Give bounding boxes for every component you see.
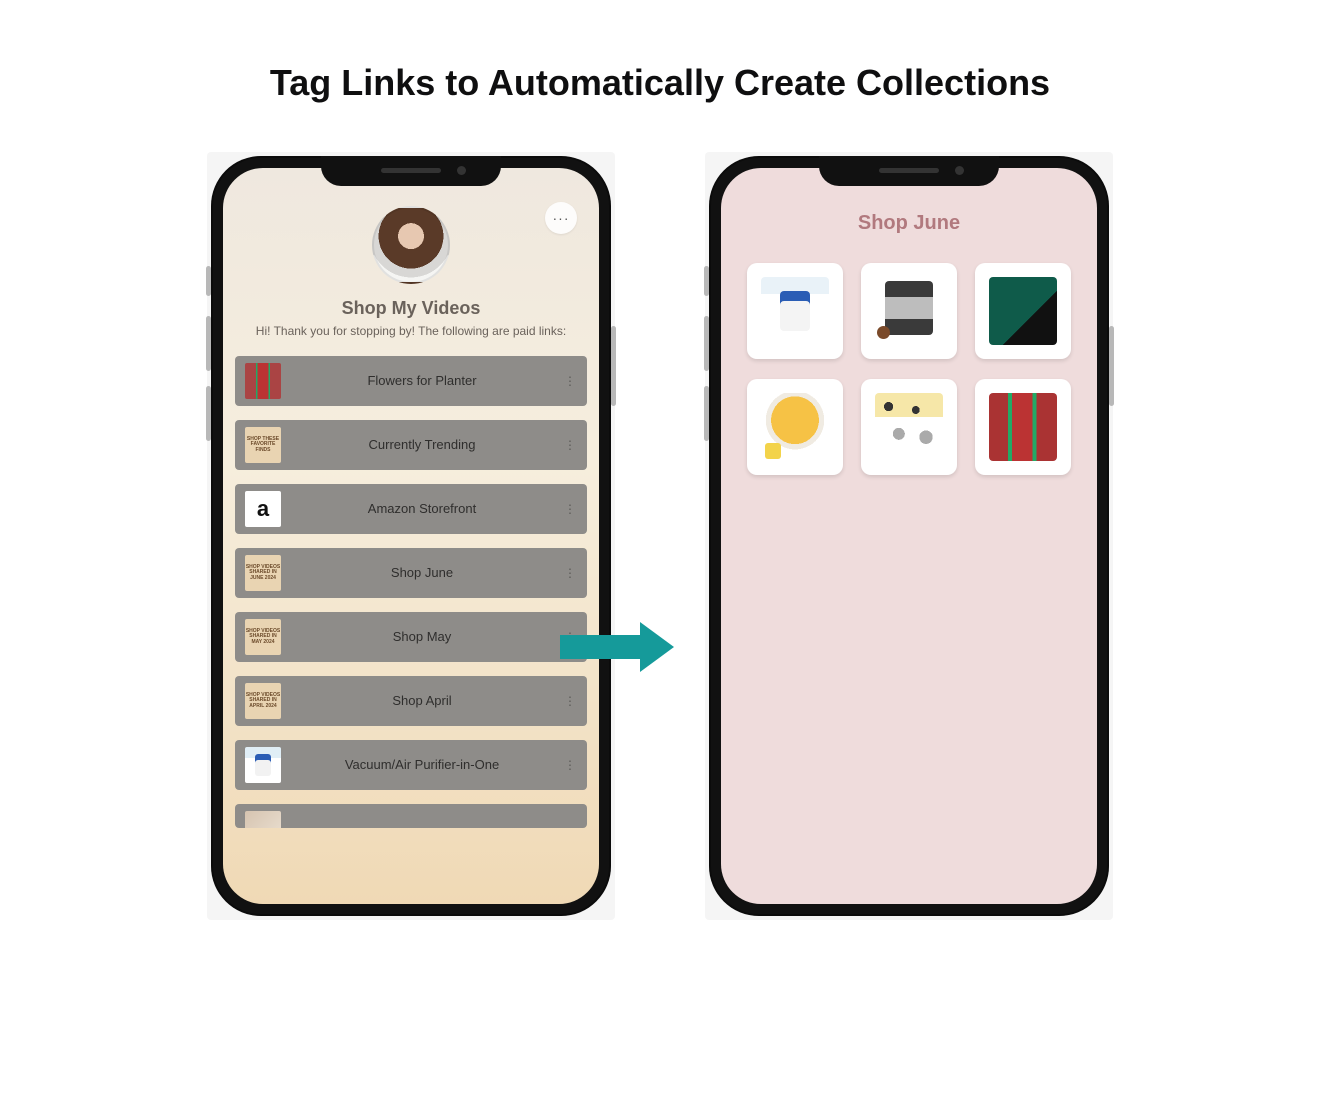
right-phone-frame: Shop June [709,156,1109,916]
left-phone-frame: ··· Shop My Videos Hi! Thank you for sto… [211,156,611,916]
product-image [875,393,942,460]
phone-side-button [1109,326,1114,406]
left-screen: ··· Shop My Videos Hi! Thank you for sto… [223,168,599,904]
collection-title: Shop June [721,212,1097,235]
product-image [761,277,828,344]
product-grid [721,263,1097,475]
phone-side-button [704,266,709,296]
phone-side-button [704,386,709,441]
link-more-icon[interactable]: ⋮ [563,763,577,767]
link-row-partial[interactable] [235,804,587,828]
link-thumbnail: a [245,491,281,527]
link-more-icon[interactable]: ⋮ [563,443,577,447]
link-row[interactable]: SHOP VIDEOS SHARED IN JUNE 2024Shop June… [235,548,587,598]
link-row[interactable]: aAmazon Storefront⋮ [235,484,587,534]
link-label: Currently Trending [281,437,563,452]
link-thumbnail: SHOP THESE FAVORITE FINDS [245,427,281,463]
product-image [875,277,942,344]
phone-side-button [206,316,211,371]
right-phone-wrap: Shop June [705,152,1113,920]
profile-title: Shop My Videos [223,298,599,319]
product-card[interactable] [747,263,843,359]
link-thumbnail [245,363,281,399]
notch-speaker [381,168,441,173]
link-label: Vacuum/Air Purifier-in-One [281,757,563,772]
link-thumbnail: SHOP VIDEOS SHARED IN JUNE 2024 [245,555,281,591]
link-label: Shop April [281,693,563,708]
notch-camera [955,166,964,175]
product-card[interactable] [975,263,1071,359]
link-thumbnail [245,747,281,783]
product-image [989,393,1056,460]
notch-camera [457,166,466,175]
link-row[interactable]: Flowers for Planter⋮ [235,356,587,406]
product-image [989,277,1056,344]
link-row[interactable]: SHOP VIDEOS SHARED IN APRIL 2024Shop Apr… [235,676,587,726]
right-screen: Shop June [721,168,1097,904]
links-list: Flowers for Planter⋮SHOP THESE FAVORITE … [223,356,599,828]
link-more-icon[interactable]: ⋮ [563,379,577,383]
phones-row: ··· Shop My Videos Hi! Thank you for sto… [0,152,1320,920]
phone-side-button [704,316,709,371]
avatar[interactable] [372,206,450,284]
page-title: Tag Links to Automatically Create Collec… [0,0,1320,104]
phone-side-button [206,386,211,441]
link-row[interactable]: SHOP VIDEOS SHARED IN MAY 2024Shop May⋮ [235,612,587,662]
link-thumbnail [245,811,281,828]
link-more-icon[interactable]: ⋮ [563,507,577,511]
link-row[interactable]: SHOP THESE FAVORITE FINDSCurrently Trend… [235,420,587,470]
link-more-icon[interactable]: ⋮ [563,571,577,575]
arrow-icon [560,622,680,672]
profile-header: ··· Shop My Videos Hi! Thank you for sto… [223,168,599,340]
link-label: Amazon Storefront [281,501,563,516]
product-image [761,393,828,460]
profile-subtitle: Hi! Thank you for stopping by! The follo… [223,323,599,340]
link-row[interactable]: Vacuum/Air Purifier-in-One⋮ [235,740,587,790]
product-card[interactable] [861,379,957,475]
link-label: Shop May [281,629,563,644]
product-card[interactable] [747,379,843,475]
phone-side-button [206,266,211,296]
phone-side-button [611,326,616,406]
product-card[interactable] [861,263,957,359]
link-label: Shop June [281,565,563,580]
notch-speaker [879,168,939,173]
left-phone-wrap: ··· Shop My Videos Hi! Thank you for sto… [207,152,615,920]
link-label: Flowers for Planter [281,373,563,388]
link-thumbnail: SHOP VIDEOS SHARED IN APRIL 2024 [245,683,281,719]
more-button[interactable]: ··· [545,202,577,234]
product-card[interactable] [975,379,1071,475]
link-more-icon[interactable]: ⋮ [563,699,577,703]
link-thumbnail: SHOP VIDEOS SHARED IN MAY 2024 [245,619,281,655]
